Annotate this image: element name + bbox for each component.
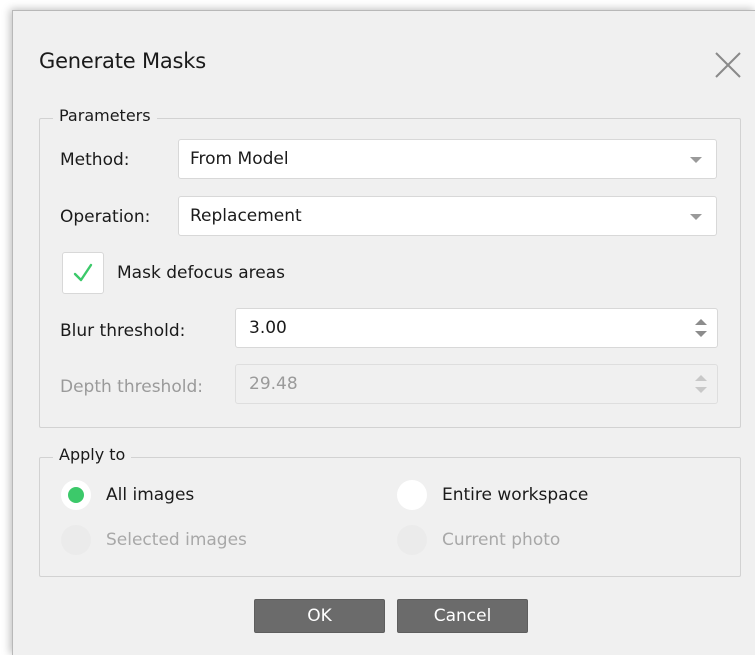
selected-images-label: Selected images: [106, 530, 247, 550]
depth-threshold-value: 29.48: [249, 374, 298, 394]
method-select[interactable]: From Model: [178, 139, 717, 179]
parameters-group-label: Parameters: [53, 106, 157, 125]
all-images-label[interactable]: All images: [106, 485, 194, 505]
radio-all-images[interactable]: [61, 480, 91, 510]
entire-workspace-label[interactable]: Entire workspace: [442, 485, 588, 505]
spin-up-icon: [695, 375, 707, 381]
blur-threshold-label: Blur threshold:: [60, 321, 186, 341]
spin-down-icon: [695, 387, 707, 393]
depth-threshold-label: Depth threshold:: [60, 377, 203, 397]
generate-masks-dialog: Generate Masks Parameters Method: From M…: [12, 10, 755, 655]
radio-current-photo: [397, 525, 427, 555]
ok-button[interactable]: OK: [254, 599, 385, 633]
operation-select[interactable]: Replacement: [178, 196, 717, 236]
radio-selected-images: [61, 525, 91, 555]
dialog-title: Generate Masks: [39, 49, 206, 73]
method-select-value: From Model: [190, 149, 289, 169]
spin-down-icon[interactable]: [695, 331, 707, 337]
blur-threshold-value: 3.00: [249, 318, 287, 338]
method-label: Method:: [60, 150, 130, 170]
close-button[interactable]: [706, 43, 750, 87]
cancel-button[interactable]: Cancel: [397, 599, 528, 633]
close-icon: [715, 52, 741, 78]
operation-select-value: Replacement: [190, 206, 302, 226]
spin-up-icon[interactable]: [695, 319, 707, 325]
checkmark-icon: [73, 263, 93, 282]
radio-selected-dot: [68, 487, 84, 503]
radio-entire-workspace[interactable]: [397, 480, 427, 510]
mask-defocus-checkbox[interactable]: [62, 252, 104, 294]
depth-threshold-spinbox: 29.48: [235, 364, 718, 404]
apply-to-group: [39, 457, 741, 577]
mask-defocus-label[interactable]: Mask defocus areas: [117, 263, 285, 283]
chevron-down-icon: [690, 214, 702, 220]
operation-label: Operation:: [60, 207, 151, 227]
current-photo-label: Current photo: [442, 530, 561, 550]
apply-to-group-label: Apply to: [53, 445, 132, 464]
blur-threshold-spinbox[interactable]: 3.00: [235, 308, 718, 348]
chevron-down-icon: [690, 157, 702, 163]
